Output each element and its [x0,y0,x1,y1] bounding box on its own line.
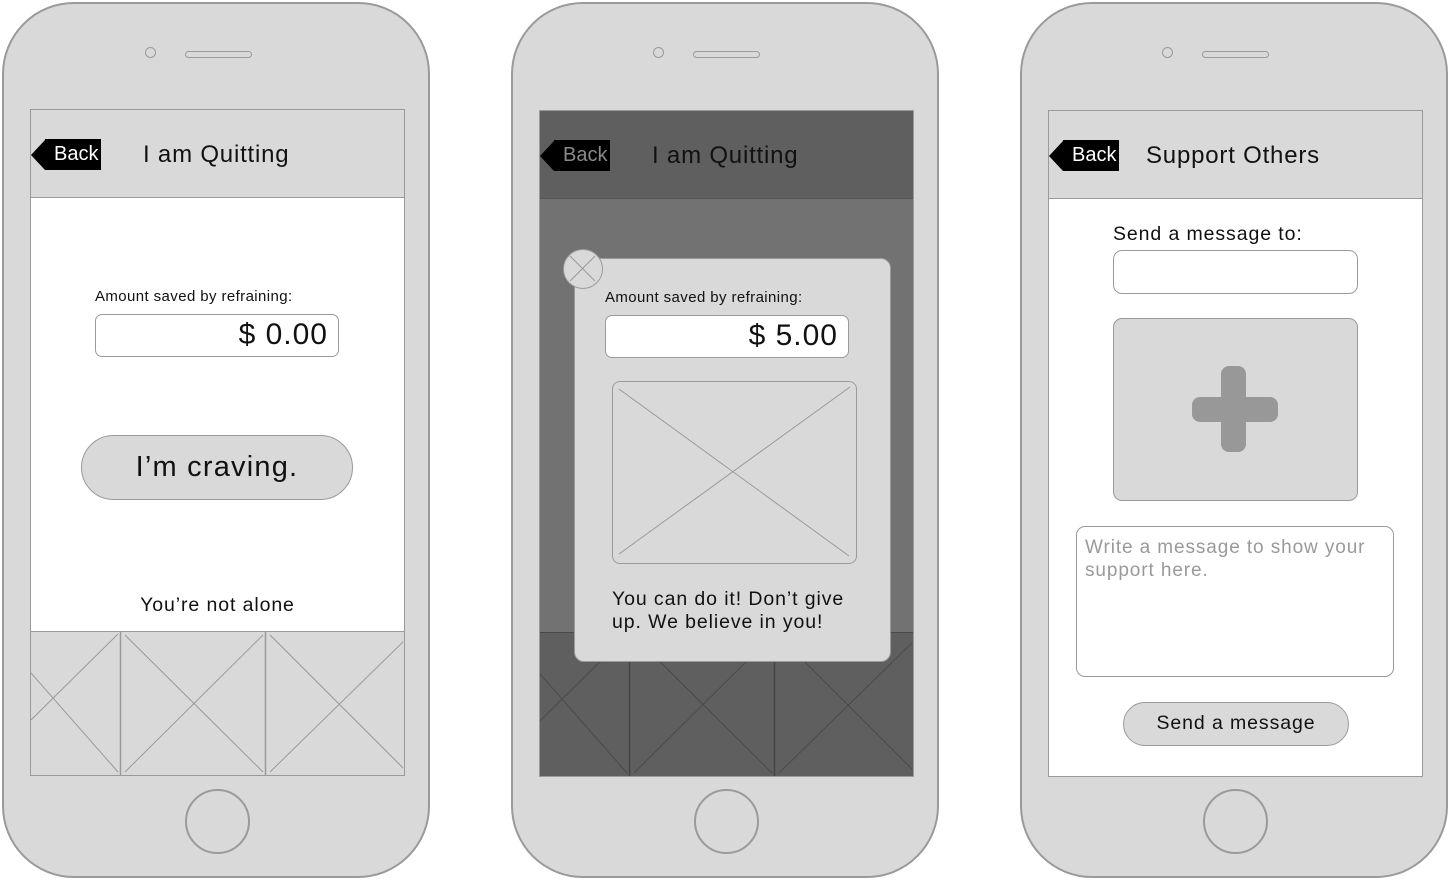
plus-icon [1192,366,1278,452]
recipient-input[interactable] [1113,250,1358,294]
craving-button[interactable]: I’m craving. [81,435,353,500]
home-button[interactable] [185,789,250,854]
amount-saved-label: Amount saved by refraining: [605,289,803,306]
back-button[interactable]: Back [540,140,611,171]
close-circle-icon [569,255,596,282]
recipient-label: Send a message to: [1113,223,1303,245]
nav-bar: Back I am Quitting [31,110,404,198]
screen-quit-popup: Back I am Quitting Amount saved by refra… [539,110,914,777]
add-photo-button[interactable] [1113,318,1358,501]
support-message-textarea[interactable] [1076,526,1394,677]
front-camera [1162,47,1173,58]
home-button[interactable] [1203,789,1268,854]
back-label: Back [1063,140,1120,171]
encouragement-image [612,381,857,564]
placeholder-cross-line [269,634,403,769]
placeholder-cross-line [618,388,850,557]
placeholder-cross-line [269,641,403,773]
phone-quit-home: Back I am Quitting Amount saved by refra… [2,2,430,878]
screen-support-others: Back Support Others Send a message to: S… [1048,110,1423,777]
back-arrow-icon [540,140,554,171]
amount-saved-field: $ 0.00 [95,314,339,357]
back-button[interactable]: Back [1049,140,1120,171]
nav-bar: Back I am Quitting [540,111,913,199]
phone-quit-popup: Back I am Quitting Amount saved by refra… [511,2,939,878]
phone-support-others: Back Support Others Send a message to: S… [1020,2,1448,878]
page-title: I am Quitting [652,142,799,169]
back-arrow-icon [1049,140,1063,171]
front-camera [145,47,156,58]
back-button[interactable]: Back [31,139,102,170]
back-label: Back [554,140,611,171]
amount-saved-label: Amount saved by refraining: [95,288,293,305]
send-message-button[interactable]: Send a message [1123,702,1349,746]
page-title: Support Others [1146,142,1320,169]
screen-quit-home: Back I am Quitting Amount saved by refra… [30,109,405,776]
community-heading: You’re not alone [140,594,295,616]
back-arrow-icon [31,139,45,170]
image-placeholder-icon [618,386,851,557]
front-camera [653,47,664,58]
community-gallery [31,631,404,775]
encouragement-message: You can do it! Don’t give up. We believe… [612,588,845,633]
close-popup-button[interactable] [563,249,603,289]
amount-saved-field: $ 5.00 [605,315,849,358]
gallery-item-1[interactable] [31,632,120,775]
gallery-item-3[interactable] [269,634,403,773]
nav-bar: Back Support Others [1049,111,1422,199]
home-button[interactable] [694,789,759,854]
placeholder-cross-line [618,386,851,555]
page-title: I am Quitting [143,141,290,168]
image-placeholder-icon [31,632,120,775]
earpiece-speaker [693,51,760,58]
plus-horizontal-bar [1192,397,1278,422]
encouragement-popup: Amount saved by refraining: $ 5.00 You c… [574,258,891,662]
gallery-item-2[interactable] [124,634,264,773]
back-label: Back [45,139,102,170]
earpiece-speaker [1202,51,1269,58]
earpiece-speaker [185,51,252,58]
gallery-svg [31,632,403,775]
